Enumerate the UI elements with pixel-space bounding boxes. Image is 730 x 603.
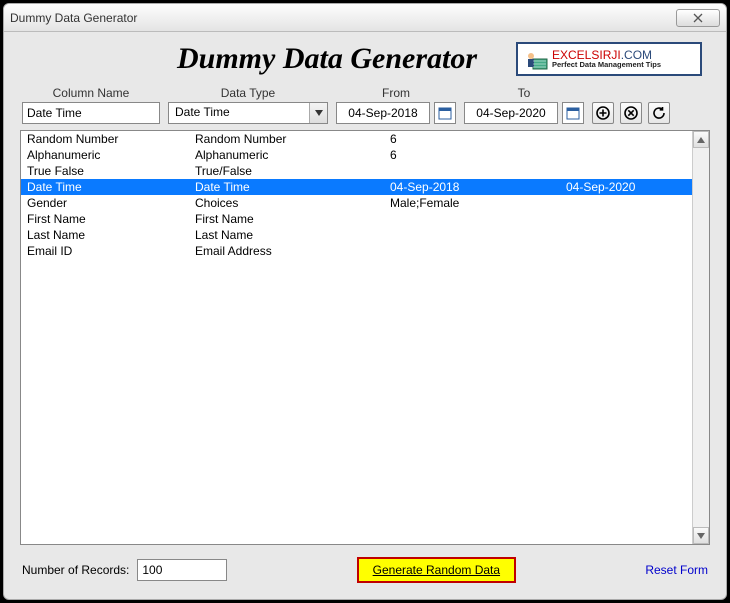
calendar-icon <box>566 106 580 120</box>
num-records-label: Number of Records: <box>22 563 129 577</box>
list-cell-from <box>390 211 566 227</box>
logo-icon <box>524 47 548 71</box>
calendar-icon <box>438 106 452 120</box>
list-row[interactable]: GenderChoicesMale;Female <box>21 195 709 211</box>
list-cell-to <box>566 243 703 259</box>
from-date-group <box>336 102 456 124</box>
list-cell-to <box>566 147 703 163</box>
list-cell-from: 6 <box>390 131 566 147</box>
list-row[interactable]: Date TimeDate Time04-Sep-201804-Sep-2020 <box>21 179 709 195</box>
list-cell-name: Gender <box>27 195 195 211</box>
window: Dummy Data Generator Dummy Data Generato… <box>3 3 727 600</box>
chevron-up-icon <box>697 137 705 143</box>
list-row[interactable]: True FalseTrue/False <box>21 163 709 179</box>
list-row[interactable]: First NameFirst Name <box>21 211 709 227</box>
x-circle-icon <box>624 106 638 120</box>
list-cell-type: True/False <box>195 163 390 179</box>
combo-dropdown-button[interactable] <box>309 103 327 123</box>
from-date-picker-button[interactable] <box>434 102 456 124</box>
plus-circle-icon <box>596 106 610 120</box>
list-cell-name: Random Number <box>27 131 195 147</box>
header-row: Dummy Data Generator EXCELSIRJI.COM Perf… <box>20 40 710 86</box>
list-cell-from <box>390 243 566 259</box>
to-date-group <box>464 102 584 124</box>
list-cell-from: Male;Female <box>390 195 566 211</box>
list-cell-from: 6 <box>390 147 566 163</box>
list-cell-type: Random Number <box>195 131 390 147</box>
list-cell-to <box>566 195 703 211</box>
list-row[interactable]: AlphanumericAlphanumeric6 <box>21 147 709 163</box>
scrollbar[interactable] <box>692 131 709 544</box>
refresh-icon <box>652 106 666 120</box>
list-cell-type: First Name <box>195 211 390 227</box>
column-name-input[interactable] <box>22 102 160 124</box>
data-type-value: Date Time <box>169 103 309 123</box>
from-label: From <box>336 86 456 100</box>
list-cell-to <box>566 211 703 227</box>
scrollbar-track[interactable] <box>693 148 709 527</box>
logo: EXCELSIRJI.COM Perfect Data Management T… <box>516 42 702 76</box>
list-cell-name: Last Name <box>27 227 195 243</box>
rows-list[interactable]: Random NumberRandom Number6AlphanumericA… <box>20 130 710 545</box>
add-button[interactable] <box>592 102 614 124</box>
list-cell-to <box>566 131 703 147</box>
scrollbar-up-button[interactable] <box>693 131 709 148</box>
to-label: To <box>464 86 584 100</box>
list-cell-from <box>390 227 566 243</box>
list-cell-to <box>566 163 703 179</box>
titlebar: Dummy Data Generator <box>4 4 726 32</box>
action-buttons <box>592 102 670 124</box>
content-panel: Dummy Data Generator EXCELSIRJI.COM Perf… <box>4 32 726 599</box>
generate-button[interactable]: Generate Random Data <box>357 557 516 583</box>
list-row[interactable]: Random NumberRandom Number6 <box>21 131 709 147</box>
list-cell-type: Choices <box>195 195 390 211</box>
app-title: Dummy Data Generator <box>138 42 516 76</box>
list-row[interactable]: Last NameLast Name <box>21 227 709 243</box>
window-title: Dummy Data Generator <box>10 11 676 25</box>
list-cell-type: Date Time <box>195 179 390 195</box>
list-cell-from: 04-Sep-2018 <box>390 179 566 195</box>
close-button[interactable] <box>676 9 720 27</box>
to-date-picker-button[interactable] <box>562 102 584 124</box>
close-icon <box>693 13 703 23</box>
list-cell-name: True False <box>27 163 195 179</box>
generate-wrap: Generate Random Data <box>235 557 637 583</box>
footer-row: Number of Records: Generate Random Data … <box>20 545 710 587</box>
logo-text: EXCELSIRJI.COM Perfect Data Management T… <box>552 49 661 69</box>
list-cell-name: Alphanumeric <box>27 147 195 163</box>
data-type-label: Data Type <box>168 86 328 100</box>
list-cell-from <box>390 163 566 179</box>
reset-link[interactable]: Reset Form <box>645 563 708 577</box>
list-row[interactable]: Email IDEmail Address <box>21 243 709 259</box>
list-cell-name: Email ID <box>27 243 195 259</box>
to-date-input[interactable] <box>464 102 558 124</box>
num-records-input[interactable] <box>137 559 227 581</box>
inputs-row: Date Time <box>20 102 710 130</box>
column-name-label: Column Name <box>22 86 160 100</box>
list-cell-to: 04-Sep-2020 <box>566 179 703 195</box>
remove-button[interactable] <box>620 102 642 124</box>
column-labels-row: Column Name Data Type From To <box>20 86 710 102</box>
logo-tagline: Perfect Data Management Tips <box>552 61 661 69</box>
data-type-combo[interactable]: Date Time <box>168 102 328 124</box>
from-date-input[interactable] <box>336 102 430 124</box>
list-cell-name: First Name <box>27 211 195 227</box>
list-cell-name: Date Time <box>27 179 195 195</box>
chevron-down-icon <box>697 533 705 539</box>
list-cell-type: Alphanumeric <box>195 147 390 163</box>
chevron-down-icon <box>315 110 323 116</box>
scrollbar-down-button[interactable] <box>693 527 709 544</box>
list-cell-type: Email Address <box>195 243 390 259</box>
refresh-button[interactable] <box>648 102 670 124</box>
list-cell-type: Last Name <box>195 227 390 243</box>
list-cell-to <box>566 227 703 243</box>
